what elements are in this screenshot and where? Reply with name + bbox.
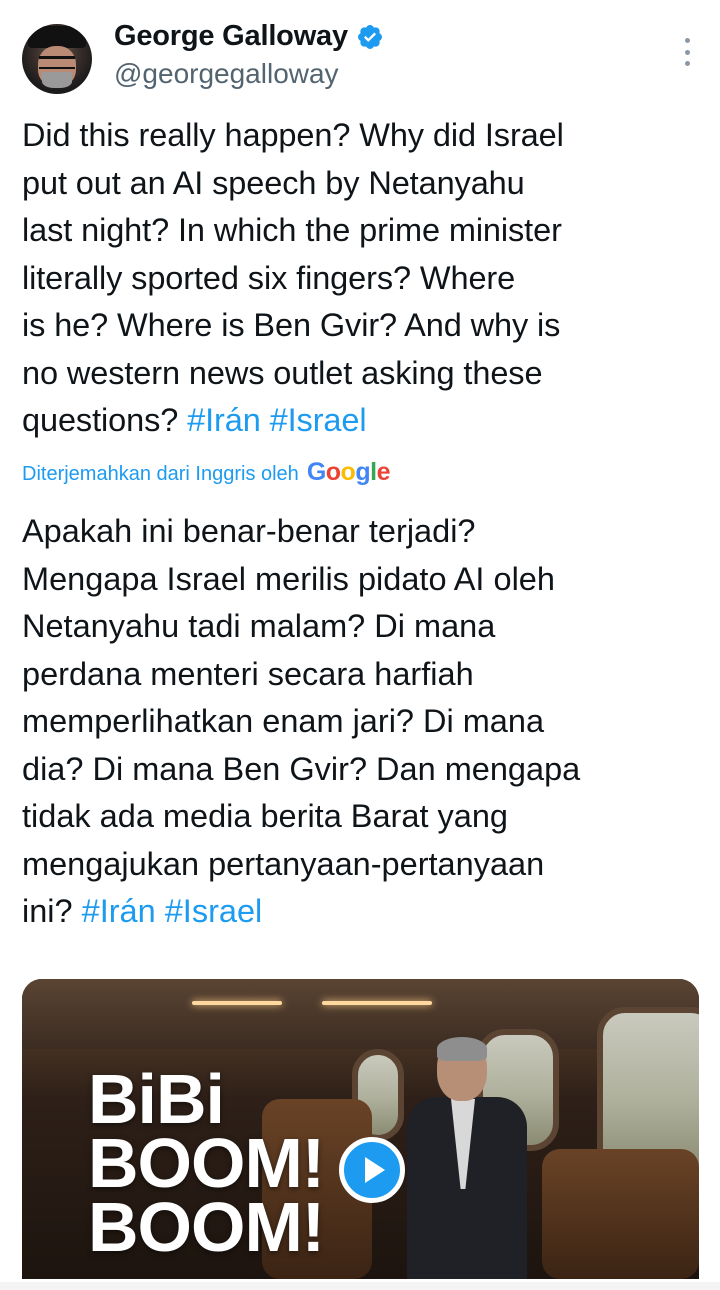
avatar-beard: [42, 72, 72, 88]
play-button[interactable]: [339, 1137, 405, 1203]
author-name-row: George Galloway: [114, 20, 384, 53]
verified-badge-icon: [357, 24, 382, 49]
more-options-icon[interactable]: [682, 38, 692, 66]
overlay-line: BOOM!: [88, 1124, 325, 1202]
avatar-glasses: [39, 56, 75, 69]
tweet-header: George Galloway @georgegalloway: [0, 0, 720, 100]
google-logo: Google: [306, 458, 391, 486]
hashtag-link[interactable]: #Irán: [82, 893, 156, 929]
translation-attribution[interactable]: Diterjemahkan dari Inggris oleh Google: [22, 458, 390, 487]
ceiling-light: [192, 1001, 282, 1005]
hashtag-link[interactable]: #Israel: [165, 893, 263, 929]
avatar-hat: [28, 26, 86, 48]
seated-person: [407, 1037, 527, 1279]
person-hair: [437, 1037, 487, 1061]
tweet-text: Did this really happen? Why did Israel p…: [22, 112, 702, 445]
bottom-divider: [0, 1282, 720, 1290]
video-thumbnail[interactable]: BiBi BOOM! BOOM!: [22, 979, 699, 1279]
tweet-body: Did this really happen? Why did Israel p…: [22, 117, 564, 438]
video-overlay-title: BiBi BOOM! BOOM!: [88, 1060, 325, 1266]
author-name[interactable]: George Galloway: [114, 20, 348, 53]
translation-label: Diterjemahkan dari Inggris oleh: [22, 463, 299, 485]
overlay-line: BiBi: [88, 1060, 225, 1138]
menu-dot: [684, 38, 690, 43]
menu-dot: [684, 61, 690, 66]
translation-body: Apakah ini benar-benar terjadi? Mengapa …: [22, 513, 581, 929]
ceiling-light: [322, 1001, 432, 1005]
hashtag-link[interactable]: #Israel: [270, 402, 367, 438]
cabin-seat: [542, 1149, 699, 1279]
play-icon: [364, 1157, 385, 1183]
hashtag-link[interactable]: #Irán: [187, 402, 261, 438]
avatar[interactable]: [22, 24, 92, 94]
translated-text: Apakah ini benar-benar terjadi? Mengapa …: [22, 508, 712, 936]
menu-dot: [684, 49, 690, 55]
overlay-line: BOOM!: [88, 1188, 325, 1266]
author-handle[interactable]: @georgegalloway: [114, 58, 339, 90]
